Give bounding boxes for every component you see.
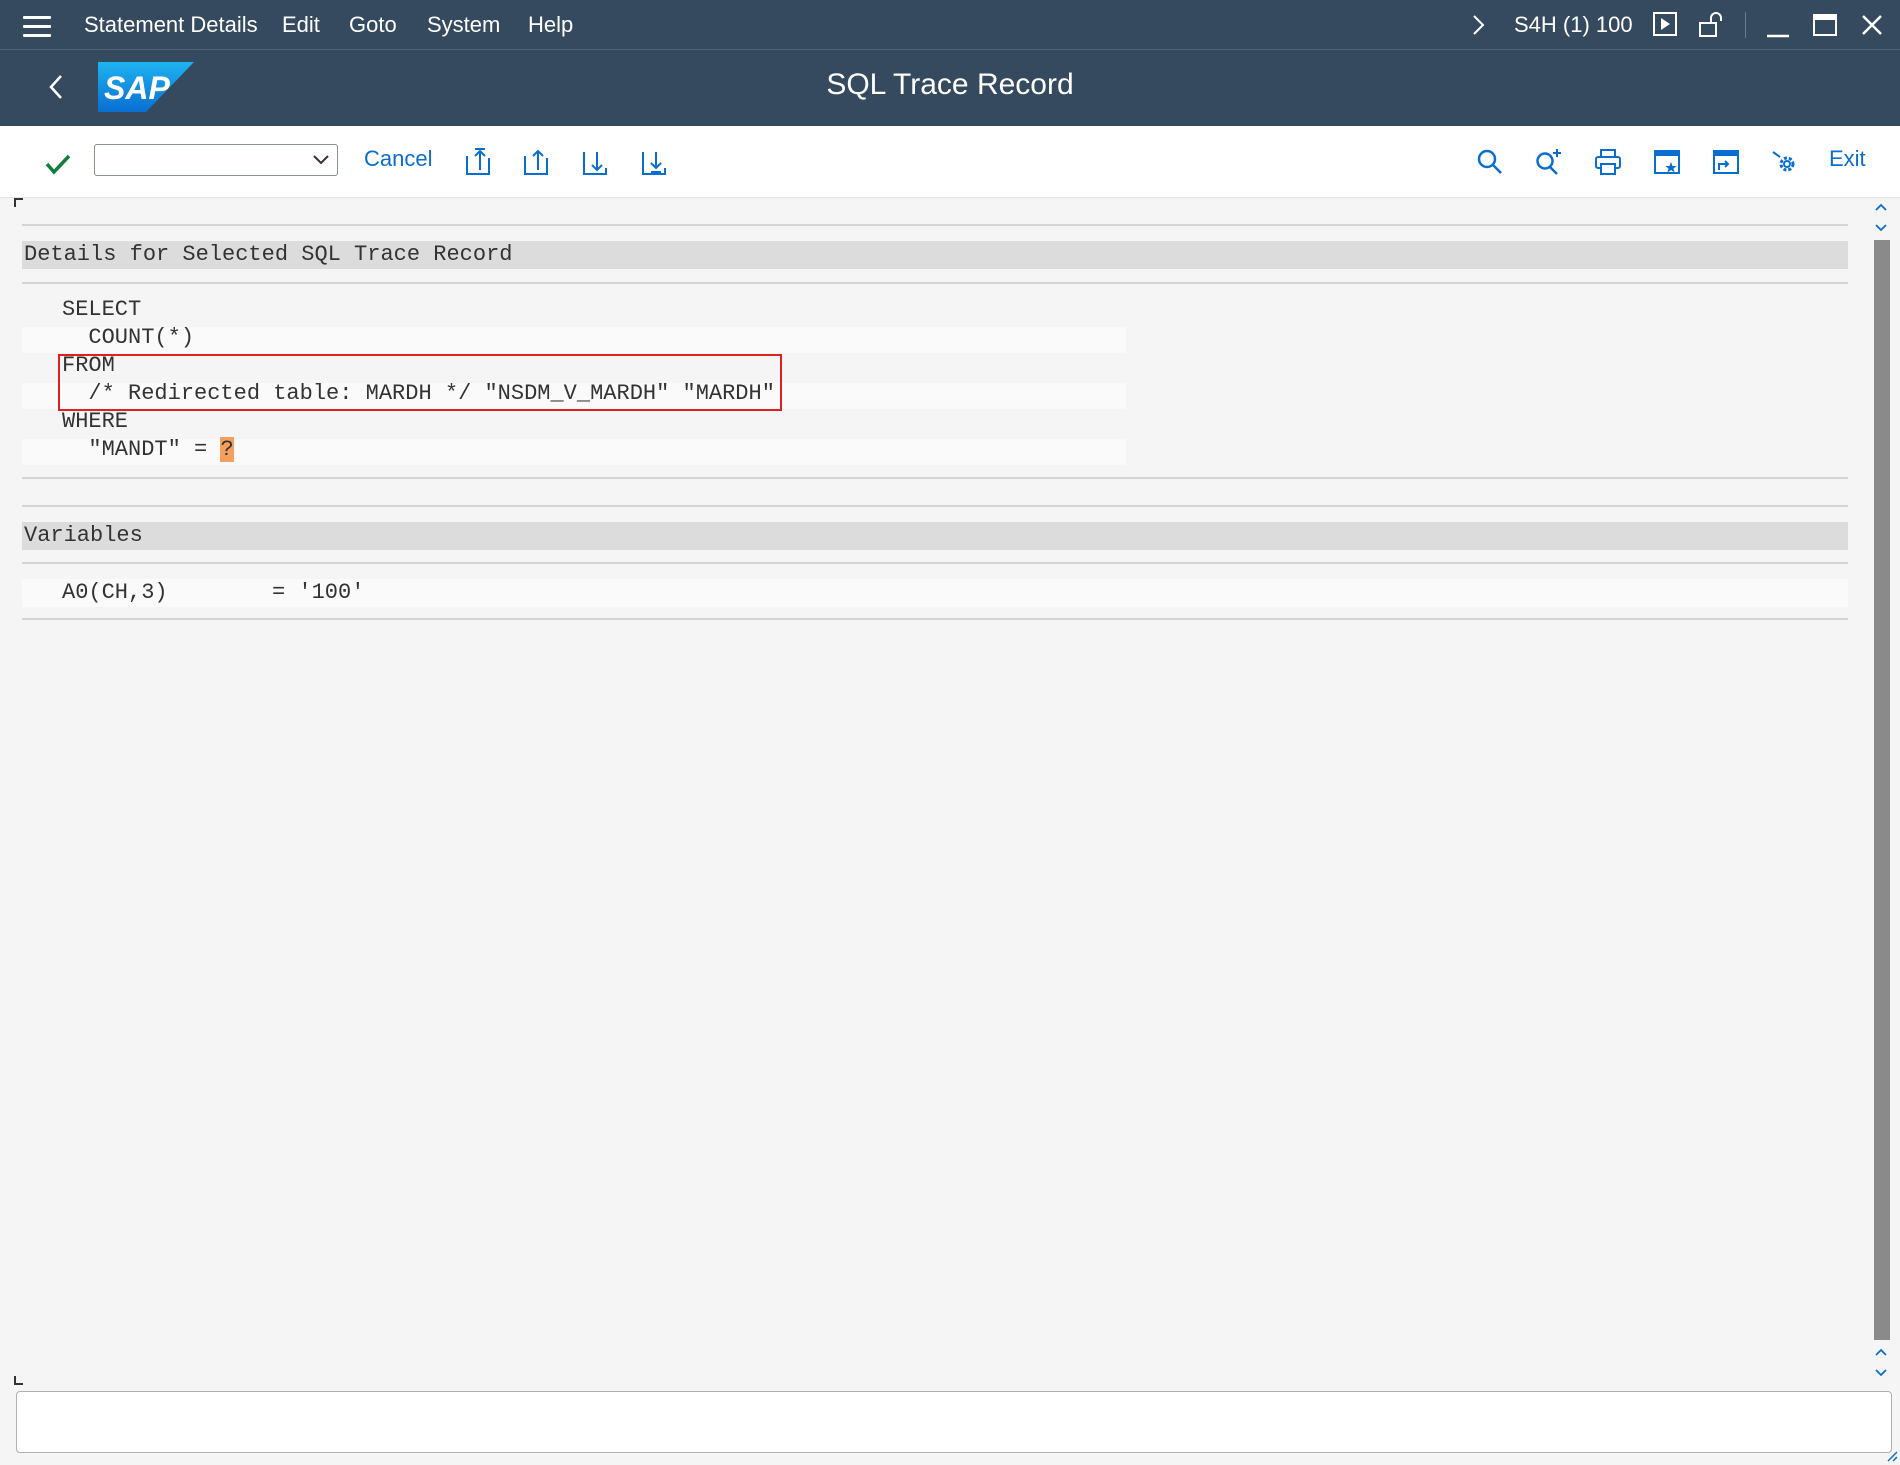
last-page-icon[interactable] (638, 146, 670, 178)
corner-marker (14, 1376, 23, 1385)
chevron-right-icon[interactable] (1468, 11, 1488, 39)
details-section-header: Details for Selected SQL Trace Record (22, 241, 1848, 269)
menu-system[interactable]: System (427, 12, 500, 38)
settings-icon[interactable] (1769, 146, 1801, 178)
close-icon[interactable] (1858, 10, 1886, 40)
corner-marker (14, 198, 23, 207)
command-field[interactable] (94, 144, 338, 176)
variable-name: A0(CH,3) (62, 580, 168, 605)
title-bar: SAP SQL Trace Record (0, 50, 1900, 126)
content-area: Details for Selected SQL Trace Record SE… (0, 198, 1900, 1385)
first-page-icon[interactable] (462, 146, 494, 178)
variables-section-header: Variables (22, 522, 1848, 550)
print-icon[interactable] (1592, 146, 1624, 178)
sql-line-select: SELECT (62, 297, 142, 322)
menu-goto[interactable]: Goto (349, 12, 397, 38)
search-next-icon[interactable] (1533, 146, 1565, 178)
chevron-down-icon[interactable] (311, 151, 331, 169)
status-bar (16, 1391, 1892, 1453)
sql-line-condition: "MANDT" = ? (62, 437, 234, 463)
cancel-button[interactable]: Cancel (364, 146, 432, 172)
exit-button[interactable]: Exit (1829, 146, 1866, 172)
divider (22, 562, 1848, 564)
divider (22, 618, 1848, 620)
divider (22, 224, 1848, 226)
sql-line-count: COUNT(*) (62, 325, 195, 350)
search-icon[interactable] (1474, 146, 1506, 178)
vertical-scrollbar[interactable] (1874, 240, 1890, 1340)
menu-statement-details[interactable]: Statement Details (84, 12, 258, 38)
play-icon[interactable] (1652, 10, 1678, 38)
scroll-down-icon[interactable] (1873, 1345, 1889, 1379)
menu-icon[interactable] (18, 12, 56, 38)
maximize-icon[interactable] (1811, 10, 1839, 40)
divider (22, 282, 1848, 284)
system-info: S4H (1) 100 (1514, 12, 1633, 37)
divider (22, 505, 1848, 507)
divider (22, 477, 1848, 479)
unlock-icon[interactable] (1697, 10, 1725, 40)
command-field-input[interactable] (101, 145, 301, 173)
sql-condition-text: "MANDT" = (62, 437, 221, 462)
next-page-icon[interactable] (579, 146, 611, 178)
shortcut-icon[interactable] (1710, 146, 1742, 178)
menu-edit[interactable]: Edit (282, 12, 320, 38)
previous-page-icon[interactable] (520, 146, 552, 178)
resize-grip-icon[interactable] (1886, 1450, 1898, 1462)
new-session-icon[interactable] (1651, 146, 1683, 178)
page-title: SQL Trace Record (826, 68, 1074, 101)
menu-bar: Statement Details Edit Goto System Help … (0, 0, 1900, 50)
variable-value: = '100' (272, 580, 365, 605)
minimize-icon[interactable] (1764, 10, 1792, 40)
scroll-up-icon[interactable] (1873, 200, 1889, 234)
application-toolbar: Cancel Exit (0, 126, 1900, 198)
check-icon[interactable] (42, 148, 74, 180)
menu-help[interactable]: Help (528, 12, 573, 38)
bind-placeholder[interactable]: ? (220, 437, 234, 462)
highlight-box (58, 354, 782, 411)
sql-line-where: WHERE (62, 409, 129, 434)
divider (1745, 12, 1746, 38)
